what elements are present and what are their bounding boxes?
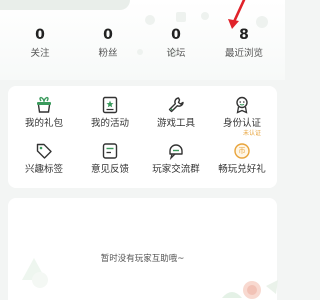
- stat-label: 论坛: [166, 48, 186, 59]
- stat-value: 0: [35, 27, 45, 43]
- header-top-strip: [0, 0, 130, 10]
- activity-bookmark-icon: [102, 96, 118, 114]
- stat-forum[interactable]: 0 论坛: [146, 26, 206, 60]
- stat-label: 最近浏览: [224, 48, 263, 59]
- stat-value: 0: [103, 27, 113, 43]
- tool-label: 意见反馈: [90, 164, 129, 175]
- tool-label: 游戏工具: [156, 118, 195, 129]
- stat-recent-views[interactable]: 8 最近浏览: [214, 26, 274, 60]
- tool-label: 畅玩兑好礼: [218, 164, 266, 175]
- gift-pot-icon: [37, 96, 51, 113]
- stat-label: 粉丝: [98, 48, 118, 59]
- stat-value: 0: [171, 27, 181, 43]
- identity-badge-icon: [236, 96, 248, 114]
- tag-icon: [36, 143, 52, 159]
- stats-bar: 0 关注 0 粉丝 0 论坛 8 最近浏览: [0, 26, 285, 66]
- stat-label: 关注: [30, 48, 50, 59]
- tool-my-activities[interactable]: 我的活动: [78, 96, 142, 130]
- empty-state-illustration-right: [222, 280, 278, 299]
- tool-label: 我的礼包: [24, 118, 63, 129]
- empty-state-illustration-left: [22, 258, 48, 288]
- feedback-icon: [102, 143, 118, 159]
- tools-card: 我的礼包 我的活动 游戏工具 身份认证 未认证 兴趣标签 意见反馈 玩家交流群 …: [8, 86, 277, 188]
- tool-player-group[interactable]: 玩家交流群: [144, 142, 208, 176]
- wrench-icon: [168, 97, 184, 113]
- tool-label: 兴趣标签: [24, 164, 63, 175]
- tool-play-redeem-gifts[interactable]: 币 畅玩兑好礼: [210, 142, 274, 176]
- stat-value: 8: [239, 27, 249, 43]
- group-chat-icon: [169, 144, 183, 160]
- tool-label: 身份认证: [222, 118, 261, 129]
- tool-game-tools[interactable]: 游戏工具: [144, 96, 208, 130]
- coin-glyph: 币: [238, 147, 246, 155]
- stat-fans[interactable]: 0 粉丝: [78, 26, 138, 60]
- tool-my-gifts[interactable]: 我的礼包: [12, 96, 76, 130]
- tool-feedback[interactable]: 意见反馈: [78, 142, 142, 176]
- tool-interest-tags[interactable]: 兴趣标签: [12, 142, 76, 176]
- stat-following[interactable]: 0 关注: [10, 26, 70, 60]
- tool-label: 玩家交流群: [152, 164, 200, 175]
- tool-label: 我的活动: [90, 118, 129, 129]
- tool-identity-verification[interactable]: 身份认证 未认证: [210, 96, 274, 138]
- verification-status: 未认证: [242, 130, 261, 137]
